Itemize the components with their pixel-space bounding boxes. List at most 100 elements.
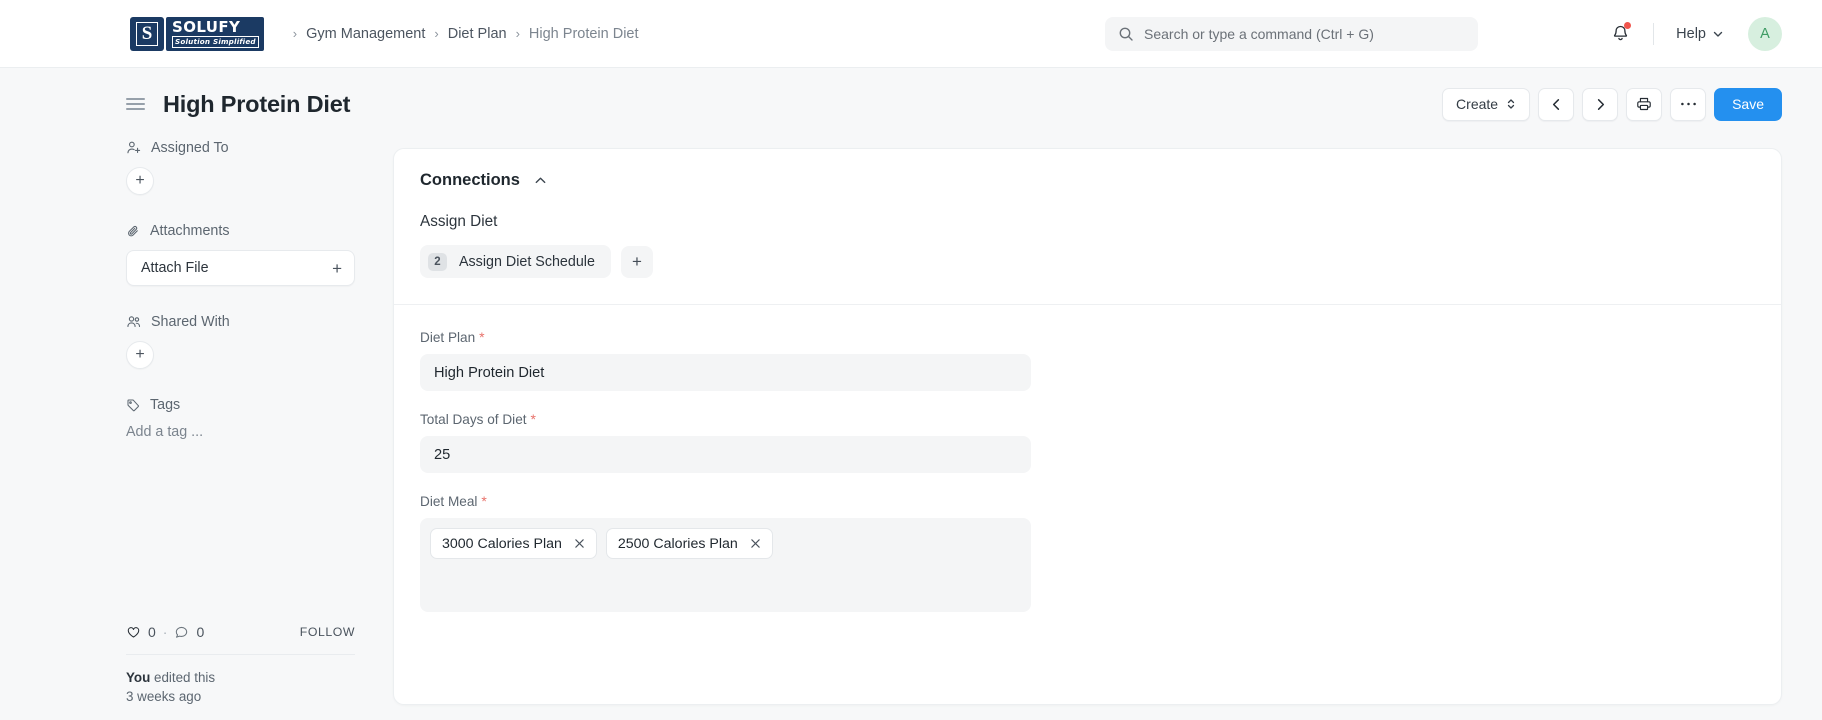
hamburger-bar — [126, 97, 145, 100]
help-menu[interactable]: Help — [1670, 22, 1730, 46]
like-count: 0 — [148, 624, 156, 640]
prev-record-button[interactable] — [1538, 87, 1575, 121]
navbar-divider — [1653, 22, 1655, 45]
chevron-down-icon — [1712, 28, 1724, 40]
hamburger-icon[interactable] — [126, 95, 145, 113]
assigned-to-label: Assigned To — [151, 140, 229, 156]
comment-count: 0 — [196, 624, 205, 640]
connections-title: Connections — [420, 171, 520, 189]
close-icon[interactable] — [750, 538, 761, 549]
chip-label: 3000 Calories Plan — [442, 535, 562, 552]
chip-label: 2500 Calories Plan — [617, 535, 738, 552]
help-label: Help — [1676, 25, 1706, 42]
total-days-of-diet-value: 25 — [434, 446, 451, 463]
field-label-text: Diet Plan — [420, 330, 476, 345]
last-edited-action: edited this — [150, 670, 216, 685]
logo-wordmark: SOLUFY Solution Simplified — [166, 16, 264, 51]
diet-meal-chip: 2500 Calories Plan — [605, 528, 773, 559]
add-assignee-button[interactable]: + — [126, 167, 154, 195]
plus-icon: + — [135, 172, 145, 189]
save-button-label: Save — [1732, 96, 1764, 112]
paperclip-icon — [126, 224, 141, 239]
connections-links: 2 Assign Diet Schedule + — [420, 245, 1755, 278]
total-days-of-diet-input[interactable]: 25 — [420, 436, 1031, 473]
sidebar-section-assigned-to: Assigned To + — [126, 140, 355, 195]
navbar-right: Help A — [1603, 16, 1782, 51]
attach-file-button[interactable]: Attach File + — [126, 250, 355, 286]
shared-with-heading: Shared With — [126, 314, 355, 330]
more-options-button[interactable] — [1670, 87, 1707, 121]
add-connection-button[interactable]: + — [620, 245, 653, 278]
field-label-diet-meal: Diet Meal * — [420, 493, 1755, 509]
print-button[interactable] — [1626, 87, 1663, 121]
field-label-diet-plan: Diet Plan * — [420, 329, 1755, 345]
diet-meal-chip: 3000 Calories Plan — [430, 528, 597, 559]
breadcrumb-separator: › — [434, 26, 439, 41]
heart-icon[interactable] — [126, 625, 141, 640]
printer-icon — [1636, 96, 1652, 112]
chevron-updown-icon — [1506, 97, 1516, 111]
field-total-days-of-diet: Total Days of Diet * 25 — [420, 411, 1755, 473]
diet-meal-multiselect[interactable]: 3000 Calories Plan 2500 Calories Plan — [420, 518, 1031, 612]
plus-icon: + — [135, 346, 145, 363]
hamburger-bar — [126, 103, 145, 105]
required-marker: * — [530, 411, 536, 427]
like-comment-group: 0 · 0 — [126, 624, 204, 640]
connections-section: Connections Assign Diet 2 Assign Diet Sc… — [394, 149, 1781, 304]
close-icon[interactable] — [574, 538, 585, 549]
connection-link-label: Assign Diet Schedule — [459, 253, 595, 270]
add-shared-user-button[interactable]: + — [126, 341, 154, 369]
field-label-text: Diet Meal — [420, 494, 478, 509]
separator-dot: · — [162, 624, 168, 640]
connections-header: Connections — [420, 171, 1755, 190]
sidebar-section-attachments: Attachments Attach File + — [126, 223, 355, 286]
engagement-row: 0 · 0 FOLLOW — [126, 624, 355, 655]
top-navbar: S SOLUFY Solution Simplified › Gym Manag… — [0, 0, 1822, 68]
field-diet-plan: Diet Plan * High Protein Diet — [420, 329, 1755, 391]
diet-plan-input[interactable]: High Protein Diet — [420, 354, 1031, 391]
field-diet-meal: Diet Meal * 3000 Calories Plan 2500 Calo… — [420, 493, 1755, 612]
save-button[interactable]: Save — [1714, 87, 1782, 121]
last-edited-user: You — [126, 670, 151, 685]
breadcrumb-item-diet-plan[interactable]: Diet Plan — [448, 26, 507, 42]
create-button[interactable]: Create — [1442, 87, 1531, 121]
connection-link-assign-diet-schedule[interactable]: 2 Assign Diet Schedule — [420, 245, 611, 278]
search-input[interactable]: Search or type a command (Ctrl + G) — [1105, 16, 1478, 51]
page-actions: Create Save — [1442, 87, 1782, 121]
app-logo[interactable]: S SOLUFY Solution Simplified — [130, 16, 264, 51]
avatar-initial: A — [1760, 25, 1770, 42]
comment-icon[interactable] — [174, 625, 189, 640]
attach-file-label: Attach File — [141, 260, 209, 276]
attachments-heading: Attachments — [126, 223, 355, 239]
page-title-row: High Protein Diet — [126, 91, 350, 118]
form-card: Connections Assign Diet 2 Assign Diet Sc… — [393, 148, 1782, 705]
sidebar-section-tags: Tags Add a tag ... — [126, 397, 355, 440]
sidebar-section-shared-with: Shared With + — [126, 314, 355, 369]
page-title: High Protein Diet — [163, 90, 351, 117]
field-label-total-days-of-diet: Total Days of Diet * — [420, 411, 1755, 427]
assigned-to-heading: Assigned To — [126, 140, 355, 156]
logo-word-top: SOLUFY — [172, 17, 241, 36]
chevron-up-icon[interactable] — [533, 173, 548, 188]
create-button-label: Create — [1456, 96, 1499, 112]
add-tag-input[interactable]: Add a tag ... — [126, 424, 355, 440]
avatar[interactable]: A — [1748, 16, 1782, 51]
notifications-button[interactable] — [1603, 17, 1637, 51]
next-record-button[interactable] — [1582, 87, 1619, 121]
follow-button[interactable]: FOLLOW — [300, 625, 355, 639]
ellipsis-icon — [1680, 101, 1697, 107]
diet-plan-value: High Protein Diet — [434, 364, 545, 381]
shared-with-label: Shared With — [151, 314, 230, 330]
chevron-left-icon — [1549, 97, 1564, 112]
breadcrumb-item-gym-management[interactable]: Gym Management — [306, 26, 425, 42]
plus-icon: + — [631, 252, 642, 271]
sidebar-footer: 0 · 0 FOLLOW You edited this 3 weeks ago — [126, 624, 355, 720]
notification-badge-dot — [1624, 21, 1632, 29]
search-icon — [1118, 26, 1134, 42]
page-header: High Protein Diet Create Save — [0, 68, 1822, 140]
connection-count-badge: 2 — [428, 252, 447, 271]
breadcrumb-separator: › — [292, 26, 298, 41]
attachments-label: Attachments — [150, 223, 230, 239]
